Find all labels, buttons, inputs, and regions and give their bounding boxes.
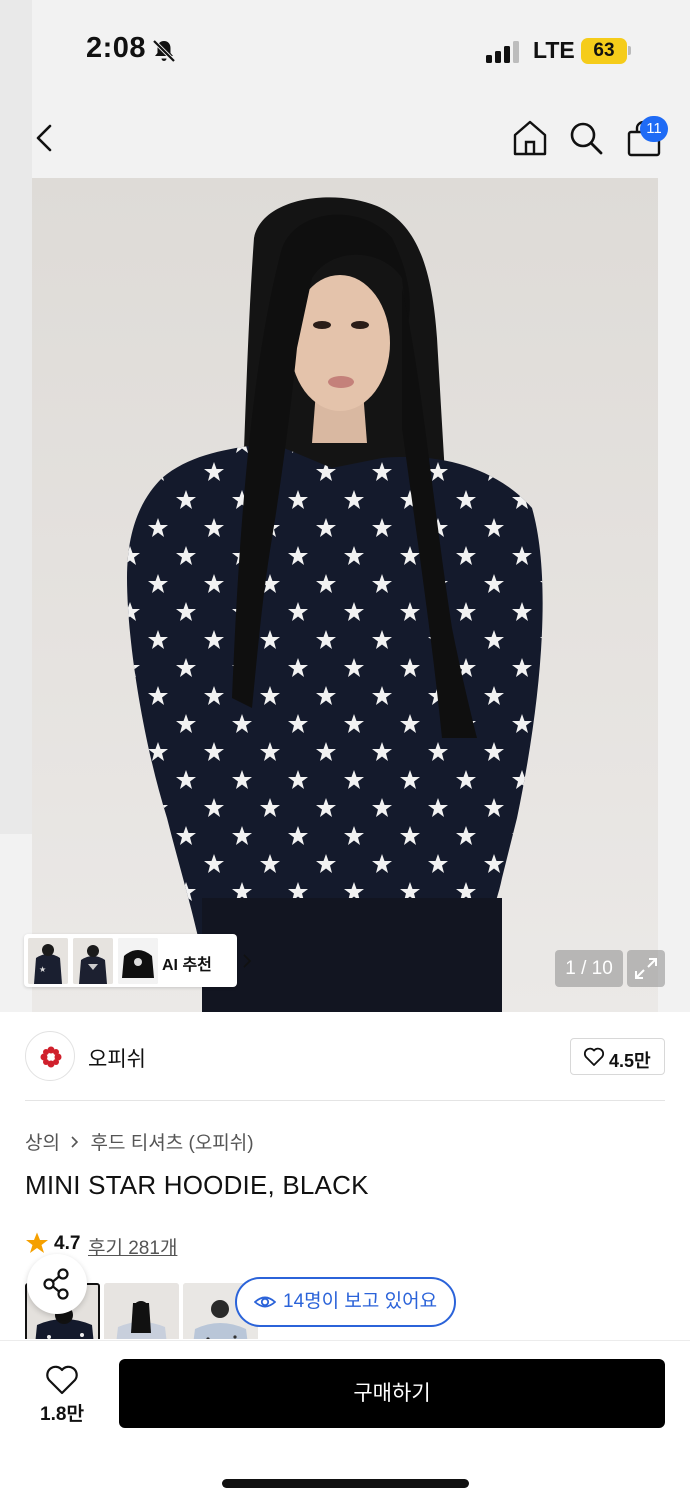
star-icon xyxy=(26,1232,48,1253)
chevron-right-icon xyxy=(71,1135,79,1148)
home-indicator xyxy=(222,1479,469,1488)
brand-name[interactable]: 오피쉬 xyxy=(88,1043,146,1073)
brand-logo-mark xyxy=(40,1046,62,1068)
expand-icon xyxy=(635,958,657,979)
product-title: MINI STAR HOODIE, BLACK xyxy=(25,1170,369,1200)
divider xyxy=(25,1100,665,1101)
battery-tip xyxy=(628,46,631,55)
hero-left-gutter xyxy=(0,0,32,834)
network-label: LTE xyxy=(533,37,575,63)
top-nav xyxy=(0,100,690,178)
brand-logo[interactable] xyxy=(25,1031,75,1081)
ai-thumb-2 xyxy=(73,938,113,984)
image-pager: 1 / 10 xyxy=(555,950,623,987)
search-icon[interactable] xyxy=(566,118,606,158)
status-time: 2:08 xyxy=(86,32,147,64)
cart-count-badge: 11 xyxy=(640,116,668,142)
back-icon[interactable] xyxy=(26,118,66,158)
ai-thumb-3 xyxy=(118,938,158,984)
ai-recommend-chip[interactable]: ★ AI 추천 xyxy=(24,934,252,987)
rating-score: 4.7 xyxy=(54,1233,81,1254)
expand-button[interactable] xyxy=(627,950,665,987)
eye-icon xyxy=(254,1296,276,1308)
signal-icon xyxy=(486,41,519,63)
breadcrumb: 상의 후드 티셔츠 (오피쉬) xyxy=(25,1128,254,1155)
thumbnail-2[interactable] xyxy=(104,1283,179,1339)
brand-like-count: 4.5만 xyxy=(609,1051,651,1071)
buy-button[interactable]: 구매하기 xyxy=(119,1359,665,1428)
product-photo xyxy=(127,197,543,1012)
wishlist-count: 1.8만 xyxy=(40,1404,84,1425)
bell-muted-icon xyxy=(152,39,176,63)
chevron-right-icon xyxy=(243,954,252,968)
ai-recommend-label: AI 추천 xyxy=(162,957,212,974)
svg-text:★: ★ xyxy=(39,965,46,974)
share-icon xyxy=(43,1268,69,1300)
viewers-badge: 14명이 보고 있어요 xyxy=(235,1277,456,1327)
share-button[interactable] xyxy=(27,1254,87,1314)
heart-icon xyxy=(46,1365,78,1395)
breadcrumb-level2[interactable]: 후드 티셔츠 (오피쉬) xyxy=(91,1128,254,1155)
home-icon[interactable] xyxy=(510,118,550,158)
brand-like-button[interactable]: 4.5만 xyxy=(570,1038,665,1075)
product-image[interactable] xyxy=(32,178,658,1012)
viewers-text: 14명이 보고 있어요 xyxy=(283,1291,438,1312)
ai-thumb-1: ★ xyxy=(28,938,68,984)
breadcrumb-level1[interactable]: 상의 xyxy=(25,1128,60,1155)
battery-indicator: 63 xyxy=(581,38,627,64)
review-link[interactable]: 후기 281개 xyxy=(88,1233,177,1260)
status-bar: 2:08 LTE 63 xyxy=(0,0,690,100)
heart-icon xyxy=(583,1047,605,1066)
